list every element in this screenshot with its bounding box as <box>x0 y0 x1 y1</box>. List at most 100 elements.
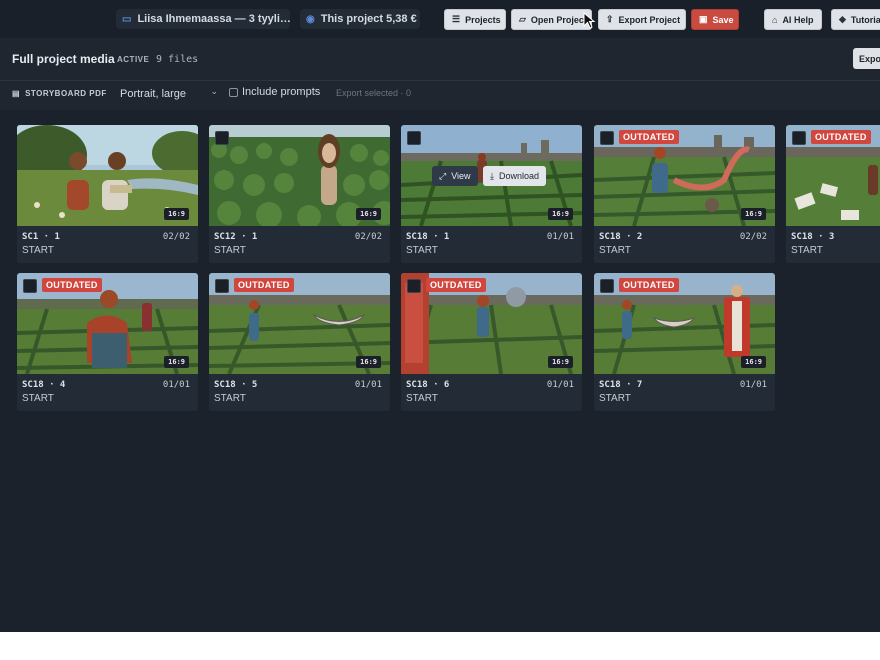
save-icon: ▣ <box>699 14 708 24</box>
document-icon: ▤ <box>12 89 21 98</box>
select-checkbox[interactable] <box>792 131 806 145</box>
project-name-label: Liisa Ihmemaassa — 3 tyyli… <box>137 13 290 25</box>
media-thumbnail[interactable]: OUTDATED 16:9 <box>401 273 582 374</box>
frame-status: START <box>22 245 54 256</box>
export-project-button-label: Export Project <box>618 14 681 25</box>
project-cost-label: This project 5,38 € <box>320 13 417 25</box>
tutorial-button-label: Tutorial <box>850 14 880 25</box>
list-icon: ☰ <box>452 14 461 24</box>
frame-status: START <box>599 245 631 256</box>
media-thumbnail[interactable]: 16:9 <box>17 125 198 226</box>
view-button-label: View <box>451 171 471 181</box>
export-project-button[interactable]: ⇪ Export Project <box>598 9 686 30</box>
open-project-button[interactable]: ▱ Open Project <box>511 9 592 30</box>
media-card[interactable]: OUTDATED 16:9 SC18 · 7 01/01 START <box>594 273 775 411</box>
frame-status: START <box>214 393 246 404</box>
outdated-badge: OUTDATED <box>811 130 871 144</box>
version-count: 01/01 <box>354 380 382 390</box>
media-card[interactable]: OUTDATED 16:9 SC18 · 6 01/01 START <box>401 273 582 411</box>
media-card[interactable]: 16:9 SC12 · 1 02/02 START <box>209 125 390 263</box>
media-thumbnail[interactable]: ⤢ View ⤓ Download 16:9 <box>401 125 582 226</box>
ai-help-button-label: AI Help <box>782 14 814 25</box>
project-cost-pill: ◉ This project 5,38 € <box>300 9 420 29</box>
open-project-button-label: Open Project <box>530 14 587 25</box>
aspect-ratio-badge: 16:9 <box>741 356 766 368</box>
media-card[interactable]: ⤢ View ⤓ Download 16:9 SC18 · 1 01/01 STAR… <box>401 125 582 263</box>
media-thumbnail[interactable]: OUTDATED 16:9 <box>209 273 390 374</box>
chevron-down-icon: ⌄ <box>210 86 218 96</box>
select-checkbox[interactable] <box>407 131 421 145</box>
select-checkbox[interactable] <box>600 131 614 145</box>
include-prompts-checkbox[interactable] <box>229 88 238 97</box>
version-count: 01/01 <box>546 232 574 242</box>
export-media-button[interactable]: Export <box>853 48 880 69</box>
select-checkbox[interactable] <box>215 279 229 293</box>
app-window: ▭ Liisa Ihmemaassa — 3 tyyli… ◉ This pro… <box>0 0 880 632</box>
media-thumbnail[interactable]: OUTDATED 16:9 <box>17 273 198 374</box>
download-button[interactable]: ⤓ Download <box>483 166 547 186</box>
frame-status: START <box>599 393 631 404</box>
version-count: 01/01 <box>739 380 767 390</box>
scene-label: SC18 · 7 <box>599 380 643 390</box>
aspect-ratio-badge: 16:9 <box>164 356 189 368</box>
media-card[interactable]: OUTDATED SC18 · 3 START <box>786 125 880 263</box>
page-title: Full project media <box>12 52 115 66</box>
aspect-ratio-badge: 16:9 <box>548 356 573 368</box>
media-thumbnail[interactable]: OUTDATED 16:9 <box>594 273 775 374</box>
media-card[interactable]: OUTDATED 16:9 SC18 · 5 01/01 START <box>209 273 390 411</box>
media-card[interactable]: OUTDATED 16:9 SC18 · 4 01/01 START <box>17 273 198 411</box>
download-button-label: Download <box>498 171 540 181</box>
frame-status: START <box>406 393 438 404</box>
outdated-badge: OUTDATED <box>234 278 294 292</box>
scene-label: SC18 · 3 <box>791 232 835 242</box>
scene-label: SC18 · 6 <box>406 380 450 390</box>
project-name-pill[interactable]: ▭ Liisa Ihmemaassa — 3 tyyli… <box>116 9 290 29</box>
aspect-ratio-badge: 16:9 <box>356 356 381 368</box>
outdated-badge: OUTDATED <box>619 278 679 292</box>
outdated-badge: OUTDATED <box>42 278 102 292</box>
scene-label: SC18 · 1 <box>406 232 450 242</box>
aspect-ratio-badge: 16:9 <box>356 208 381 220</box>
file-count: 9 files <box>156 54 199 65</box>
scene-label: SC1 · 1 <box>22 232 60 242</box>
version-count: 02/02 <box>739 232 767 242</box>
save-button[interactable]: ▣ Save <box>691 9 739 30</box>
frame-status: START <box>791 245 823 256</box>
robot-icon: ⌂ <box>772 14 778 25</box>
outdated-badge: OUTDATED <box>426 278 486 292</box>
tutorial-button[interactable]: ◆ Tutorial <box>831 9 880 30</box>
aspect-ratio-badge: 16:9 <box>548 208 573 220</box>
mouse-cursor-icon <box>583 12 596 29</box>
frame-status: START <box>214 245 246 256</box>
select-checkbox[interactable] <box>600 279 614 293</box>
version-count: 01/01 <box>546 380 574 390</box>
outdated-badge: OUTDATED <box>619 130 679 144</box>
media-card[interactable]: OUTDATED 16:9 SC18 · 2 02/02 START <box>594 125 775 263</box>
select-checkbox[interactable] <box>215 131 229 145</box>
scene-label: SC18 · 5 <box>214 380 258 390</box>
top-bar: ▭ Liisa Ihmemaassa — 3 tyyli… ◉ This pro… <box>0 0 880 38</box>
save-button-label: Save <box>712 14 734 25</box>
media-thumbnail[interactable]: OUTDATED 16:9 <box>594 125 775 226</box>
coin-icon: ◉ <box>306 13 315 25</box>
select-checkbox[interactable] <box>23 279 37 293</box>
export-selected-button[interactable]: Export selected · 0 <box>336 88 411 98</box>
storyboard-pdf-text: STORYBOARD PDF <box>25 89 107 98</box>
layout-select[interactable]: Portrait, large ⌄ <box>114 85 222 102</box>
aspect-ratio-badge: 16:9 <box>741 208 766 220</box>
scene-label: SC18 · 4 <box>22 380 66 390</box>
select-checkbox[interactable] <box>407 279 421 293</box>
media-card[interactable]: 16:9 SC1 · 1 02/02 START <box>17 125 198 263</box>
scene-label: SC18 · 2 <box>599 232 643 242</box>
export-icon: ⇪ <box>606 14 614 24</box>
expand-icon: ⤢ <box>439 170 447 181</box>
projects-button[interactable]: ☰ Projects <box>444 9 506 30</box>
storyboard-pdf-label: ▤ STORYBOARD PDF <box>12 89 107 98</box>
ai-help-button[interactable]: ⌂ AI Help <box>764 9 822 30</box>
view-button[interactable]: ⤢ View <box>432 166 478 186</box>
media-thumbnail[interactable]: OUTDATED <box>786 125 880 226</box>
export-media-button-label: Export <box>859 53 880 64</box>
folder-open-icon: ▱ <box>519 14 526 24</box>
version-count: 02/02 <box>162 232 190 242</box>
media-thumbnail[interactable]: 16:9 <box>209 125 390 226</box>
